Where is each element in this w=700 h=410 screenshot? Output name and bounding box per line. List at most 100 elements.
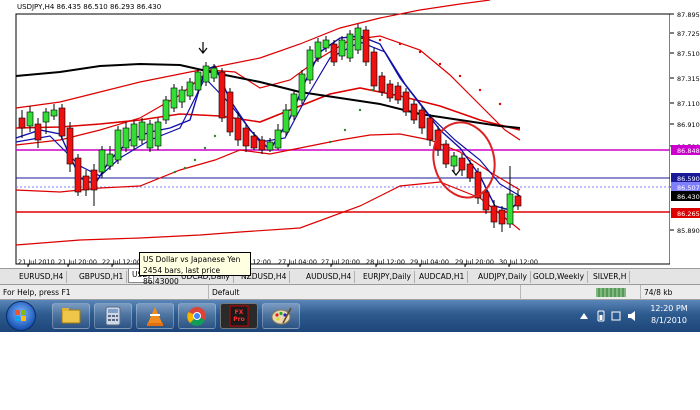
candle-body — [426, 117, 434, 141]
candle-body — [90, 169, 98, 191]
sar-dot — [378, 38, 382, 42]
candle-body — [114, 129, 122, 161]
clock[interactable]: 12:20 PM 8/1/2010 — [644, 303, 694, 327]
taskbar-explorer[interactable] — [52, 303, 90, 329]
candle-body — [466, 163, 474, 179]
candle-body — [18, 117, 26, 129]
chart-window[interactable]: 87.89587.72587.51087.31587.11086.91086.7… — [0, 0, 700, 268]
taskbar-calculator[interactable] — [94, 303, 132, 329]
candle-body — [146, 123, 154, 149]
candle-body — [482, 191, 490, 211]
price-label: 85.890 — [677, 227, 700, 235]
candle-body — [218, 71, 226, 119]
folder-icon — [61, 308, 81, 324]
paint-palette-icon — [271, 307, 292, 325]
tab-audcad-h1[interactable]: AUDCAD,H1 — [416, 271, 469, 283]
time-label: 27 Jul 04:00 — [278, 258, 317, 266]
price-label: 87.895 — [677, 11, 700, 19]
candle-body — [386, 83, 394, 99]
candle-body — [298, 73, 306, 101]
time-label: 21 Jul 20:00 — [58, 258, 97, 266]
tab-gbpusd-h1[interactable]: GBPUSD,H1 — [76, 271, 128, 283]
candle-body — [226, 91, 234, 133]
time-label: 27 Jul 20:00 — [321, 258, 360, 266]
sar-dot — [343, 128, 347, 132]
candle-body — [26, 111, 34, 127]
candle-body — [178, 89, 186, 103]
candle-body — [34, 123, 42, 141]
candle-body — [130, 123, 138, 147]
tab-gold-weekly[interactable]: GOLD,Weekly — [530, 271, 589, 283]
sar-dot — [458, 74, 462, 78]
fxpro-label: FX Pro — [233, 309, 245, 323]
candle-body — [450, 155, 458, 167]
candle-body — [250, 135, 258, 149]
sar-dot — [328, 140, 332, 144]
candle-body — [82, 175, 90, 191]
tab-silver-h[interactable]: SILVER,H — [590, 271, 631, 283]
tooltip-line1: US Dollar vs Japanese Yen — [143, 255, 241, 264]
windows-taskbar: FX Pro 12:20 PM 8/1/2010 — [0, 300, 700, 332]
price-tag-label: 86.848 — [677, 147, 700, 155]
candle-body — [410, 103, 418, 121]
time-label: 21 Jul 2010 — [18, 258, 55, 266]
candle-body — [378, 75, 386, 93]
candle-body — [290, 93, 298, 117]
candle-body — [162, 99, 170, 121]
clock-date: 8/1/2010 — [651, 316, 687, 325]
candle-body — [42, 111, 50, 123]
symbol-tooltip: US Dollar vs Japanese Yen 2454 bars, las… — [139, 252, 251, 286]
candle-body — [234, 117, 242, 141]
time-label: 29 Jul 04:00 — [410, 258, 449, 266]
time-label: 29 Jul 20:00 — [455, 258, 494, 266]
vlc-cone-icon — [147, 307, 163, 326]
start-button[interactable] — [6, 301, 36, 331]
candle-body — [50, 109, 58, 117]
price-label: 87.725 — [677, 30, 700, 38]
profile-name[interactable]: Default — [208, 285, 239, 300]
price-tag-label: 86.265 — [677, 210, 700, 218]
taskbar-paint[interactable] — [262, 303, 300, 329]
price-label: 87.510 — [677, 50, 700, 58]
candle-body — [506, 193, 514, 225]
price-label: 86.910 — [677, 121, 700, 129]
sar-dot — [370, 88, 374, 92]
candle-body — [194, 71, 202, 91]
tab-audjpy-daily[interactable]: AUDJPY,Daily — [475, 271, 531, 283]
price-chart[interactable]: 87.89587.72587.51087.31587.11086.91086.7… — [0, 0, 700, 268]
sar-dot — [398, 42, 402, 46]
calculator-icon — [105, 306, 121, 326]
candle-body — [394, 85, 402, 101]
sar-dot — [213, 134, 217, 138]
candle-body — [314, 41, 322, 59]
system-tray[interactable] — [576, 309, 646, 323]
taskbar-chrome[interactable] — [178, 303, 216, 329]
candle-body — [370, 51, 378, 87]
candle-body — [122, 127, 130, 149]
sar-dot — [418, 50, 422, 54]
candle-body — [186, 81, 194, 97]
sar-dot — [183, 166, 187, 170]
candle-body — [258, 139, 266, 151]
candle-body — [338, 39, 346, 57]
tooltip-line2: 2454 bars, last price 86.43000 — [143, 266, 221, 286]
candle-body — [442, 143, 450, 165]
taskbar-fxpro[interactable]: FX Pro — [220, 303, 258, 329]
taskbar-vlc[interactable] — [136, 303, 174, 329]
candle-body — [98, 149, 106, 173]
candle-body — [418, 109, 426, 129]
tab-eurjpy-daily[interactable]: EURJPY,Daily — [360, 271, 415, 283]
tab-eurusd-h4[interactable]: EURUSD,H4 — [16, 271, 68, 283]
chrome-icon — [187, 307, 206, 326]
candle-body — [282, 109, 290, 133]
candle-body — [242, 127, 250, 147]
tab-audusd-h4[interactable]: AUDUSD,H4 — [303, 271, 356, 283]
windows-logo-icon — [15, 310, 26, 321]
price-tag-label: 86.590 — [677, 175, 700, 183]
time-label: 30 Jul 12:00 — [499, 258, 538, 266]
candle-body — [170, 87, 178, 109]
candle-body — [354, 27, 362, 51]
price-tag-label: 86.507 — [677, 184, 700, 192]
candle-body — [274, 129, 282, 149]
candle-body — [66, 127, 74, 165]
